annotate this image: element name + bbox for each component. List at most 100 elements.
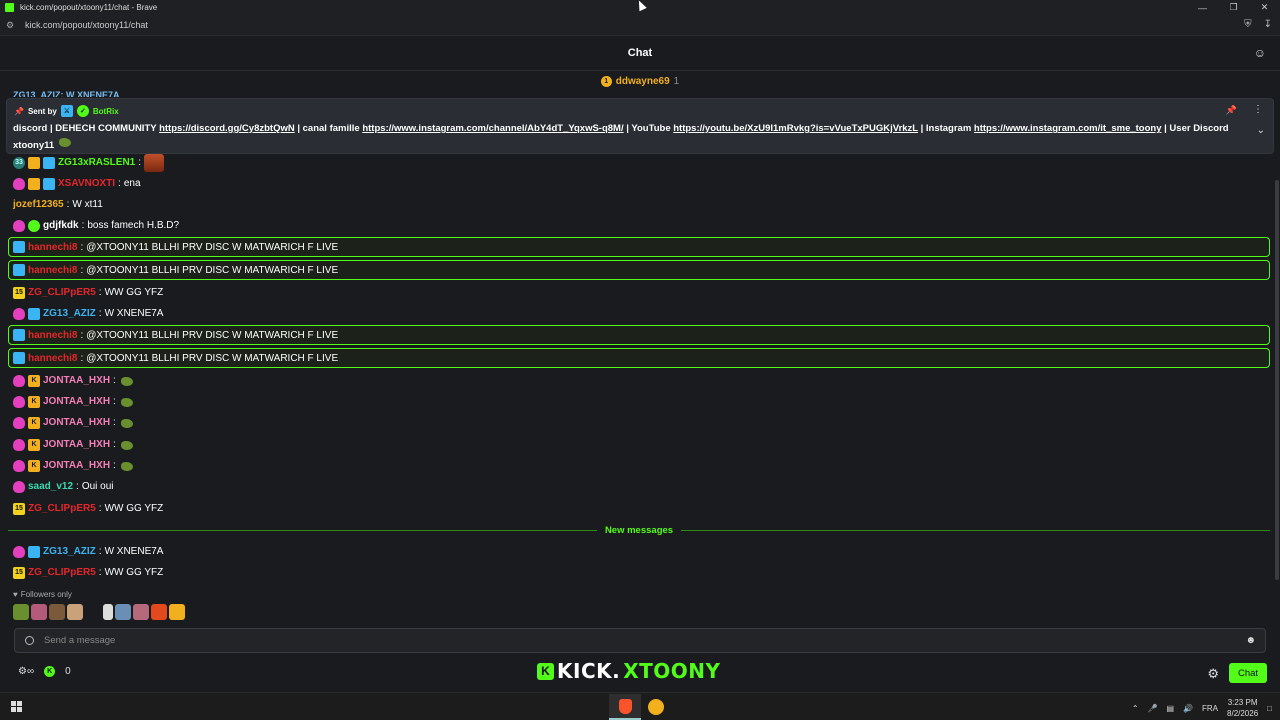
emote[interactable] [119, 417, 137, 429]
username[interactable]: JONTAA_HXH [43, 396, 110, 407]
site-settings-icon[interactable]: ⚙ [6, 20, 20, 31]
emote[interactable] [119, 439, 137, 451]
chat-message[interactable]: 33 ZG13xRASLEN1: [8, 152, 165, 173]
cyan-badge-icon [13, 264, 25, 276]
emote-button[interactable] [133, 604, 149, 620]
chat-message[interactable]: K JONTAA_HXH: [8, 455, 137, 476]
username[interactable]: ZG13_AZIZ [43, 546, 96, 557]
notifications-icon[interactable]: □ [1267, 704, 1272, 713]
language-label[interactable]: FRA [1202, 704, 1218, 713]
pinned-text: | YouTube [623, 123, 674, 134]
chat-message[interactable]: saad_v12: Oui oui [8, 476, 114, 497]
network-icon[interactable]: ▤ [1166, 704, 1174, 713]
minimize-icon[interactable]: — [1187, 0, 1218, 15]
url-text[interactable]: kick.com/popout/xtoony11/chat [25, 20, 148, 30]
emote-button[interactable] [13, 604, 29, 620]
top-gifter-bar[interactable]: 1 ddwayne69 1 [0, 73, 1280, 89]
user-list-icon[interactable]: ☺ [1254, 46, 1266, 60]
microphone-icon[interactable]: 🎤 [1148, 704, 1158, 713]
chat-message[interactable]: K JONTAA_HXH: [8, 412, 137, 433]
emote-button[interactable] [67, 604, 83, 620]
instagram-link[interactable]: https://www.instagram.com/it_sme_toony [974, 123, 1162, 134]
clock[interactable]: 3:23 PM 8/2/2026 [1227, 697, 1258, 719]
emote-button[interactable] [31, 604, 47, 620]
username[interactable]: JONTAA_HXH [43, 417, 110, 428]
username[interactable]: hannechi8 [28, 265, 77, 276]
unpin-icon[interactable]: 📌 [1226, 105, 1237, 116]
highlighted-message[interactable]: hannechi8: @XTOONY11 BLLHI PRV DISC W MAT… [8, 237, 1270, 257]
username[interactable]: saad_v12 [28, 481, 73, 492]
emote-button[interactable] [115, 604, 131, 620]
emote[interactable] [119, 375, 137, 387]
username[interactable]: JONTAA_HXH [43, 375, 110, 386]
chat-message[interactable]: K JONTAA_HXH: [8, 391, 137, 412]
message-input[interactable]: Send a message ☻ [14, 628, 1266, 653]
volume-icon[interactable]: 🔊 [1183, 704, 1193, 713]
emote-button[interactable] [169, 604, 185, 620]
chevron-down-icon[interactable]: ⌄ [1257, 125, 1265, 136]
username[interactable]: ZG13_AZIZ [43, 308, 96, 319]
download-icon[interactable]: ↧ [1264, 19, 1272, 30]
colon-separator: : [98, 546, 102, 557]
emote-button[interactable] [103, 604, 113, 620]
pinned-text: | canal famille [294, 123, 363, 134]
app-taskbar-icon[interactable] [648, 699, 664, 715]
username[interactable]: ZG_CLIPpER5 [28, 503, 96, 514]
emote [57, 136, 75, 148]
username[interactable]: ZG_CLIPpER5 [28, 567, 96, 578]
username[interactable]: gdjfkdk [43, 220, 79, 231]
chevron-up-icon[interactable]: ⌃ [1132, 704, 1139, 713]
username[interactable]: hannechi8 [28, 353, 77, 364]
emote-picker-icon[interactable]: ☻ [1245, 635, 1256, 646]
gear-icon[interactable]: ⚙ [1207, 666, 1219, 682]
chat-message[interactable]: 15 ZG_CLIPpER5: WW GG YFZ [8, 498, 163, 519]
chat-message[interactable]: ZG13_AZIZ: W XNENE7A [8, 303, 163, 324]
emote-button[interactable] [85, 604, 101, 620]
chat-message[interactable]: K JONTAA_HXH: [8, 370, 137, 391]
more-options-icon[interactable]: ⋮ [1253, 104, 1263, 115]
message-placeholder[interactable]: Send a message [44, 635, 115, 646]
emote-button[interactable] [151, 604, 167, 620]
brave-taskbar-icon[interactable] [609, 694, 641, 720]
followers-only-label: Followers only [20, 590, 72, 599]
highlighted-message[interactable]: hannechi8: @XTOONY11 BLLHI PRV DISC W MAT… [8, 325, 1270, 345]
instagram-channel-link[interactable]: https://www.instagram.com/channel/AbY4dT… [362, 123, 623, 134]
emote[interactable] [119, 396, 137, 408]
username[interactable]: JONTAA_HXH [43, 460, 110, 471]
highlighted-message[interactable]: hannechi8: @XTOONY11 BLLHI PRV DISC W MAT… [8, 348, 1270, 368]
youtube-link[interactable]: https://youtu.be/XzU9I1mRvkg?is=vVueTxPU… [673, 123, 918, 134]
bot-name[interactable]: BotRix [93, 107, 119, 116]
chat-message[interactable]: XSAVNOXTI: ena [8, 173, 141, 194]
kicks-icon[interactable]: K [44, 666, 56, 677]
chat-identity-icon[interactable] [25, 636, 34, 645]
username[interactable]: XSAVNOXTI [58, 178, 115, 189]
highlighted-message[interactable]: hannechi8: @XTOONY11 BLLHI PRV DISC W MAT… [8, 260, 1270, 280]
chat-message[interactable]: 15 ZG_CLIPpER5: WW GG YFZ [8, 282, 163, 303]
username[interactable]: ZG_CLIPpER5 [28, 287, 96, 298]
restore-icon[interactable]: ❐ [1218, 0, 1249, 15]
emote[interactable] [119, 460, 137, 472]
chat-message[interactable]: gdjfkdk: boss famech H.B.D? [8, 215, 179, 236]
emote-button[interactable] [49, 604, 65, 620]
discord-link[interactable]: https://discord.gg/Cy8zbtQwN [159, 123, 295, 134]
username[interactable]: hannechi8 [28, 242, 77, 253]
username[interactable]: jozef12365 [13, 199, 64, 210]
username[interactable]: JONTAA_HXH [43, 439, 110, 450]
windows-start-icon[interactable] [11, 701, 22, 712]
chat-send-button[interactable]: Chat [1229, 663, 1267, 683]
username[interactable]: hannechi8 [28, 330, 77, 341]
chat-message[interactable]: ZG13_AZIZ: W XNENE7A [8, 541, 163, 562]
chat-message[interactable]: 15 ZG_CLIPpER5: WW GG YFZ [8, 562, 163, 583]
colon-separator: : [113, 439, 116, 450]
brave-shield-icon[interactable]: ⛨ [1244, 19, 1252, 30]
chat-message[interactable]: jozef12365: W xt11 [8, 194, 103, 215]
cyan-badge-icon [13, 352, 25, 364]
scrollbar[interactable] [1275, 180, 1279, 580]
username[interactable]: ZG13xRASLEN1 [58, 157, 135, 168]
emote[interactable] [144, 153, 165, 172]
chat-message[interactable]: K JONTAA_HXH: [8, 434, 137, 455]
colon-separator: : [118, 178, 121, 189]
settings-toggle-icon[interactable]: ⚙∞ [18, 666, 34, 677]
close-icon[interactable]: ✕ [1249, 0, 1280, 15]
address-bar: ⚙ kick.com/popout/xtoony11/chat ⛨ ↧ [0, 15, 1280, 36]
